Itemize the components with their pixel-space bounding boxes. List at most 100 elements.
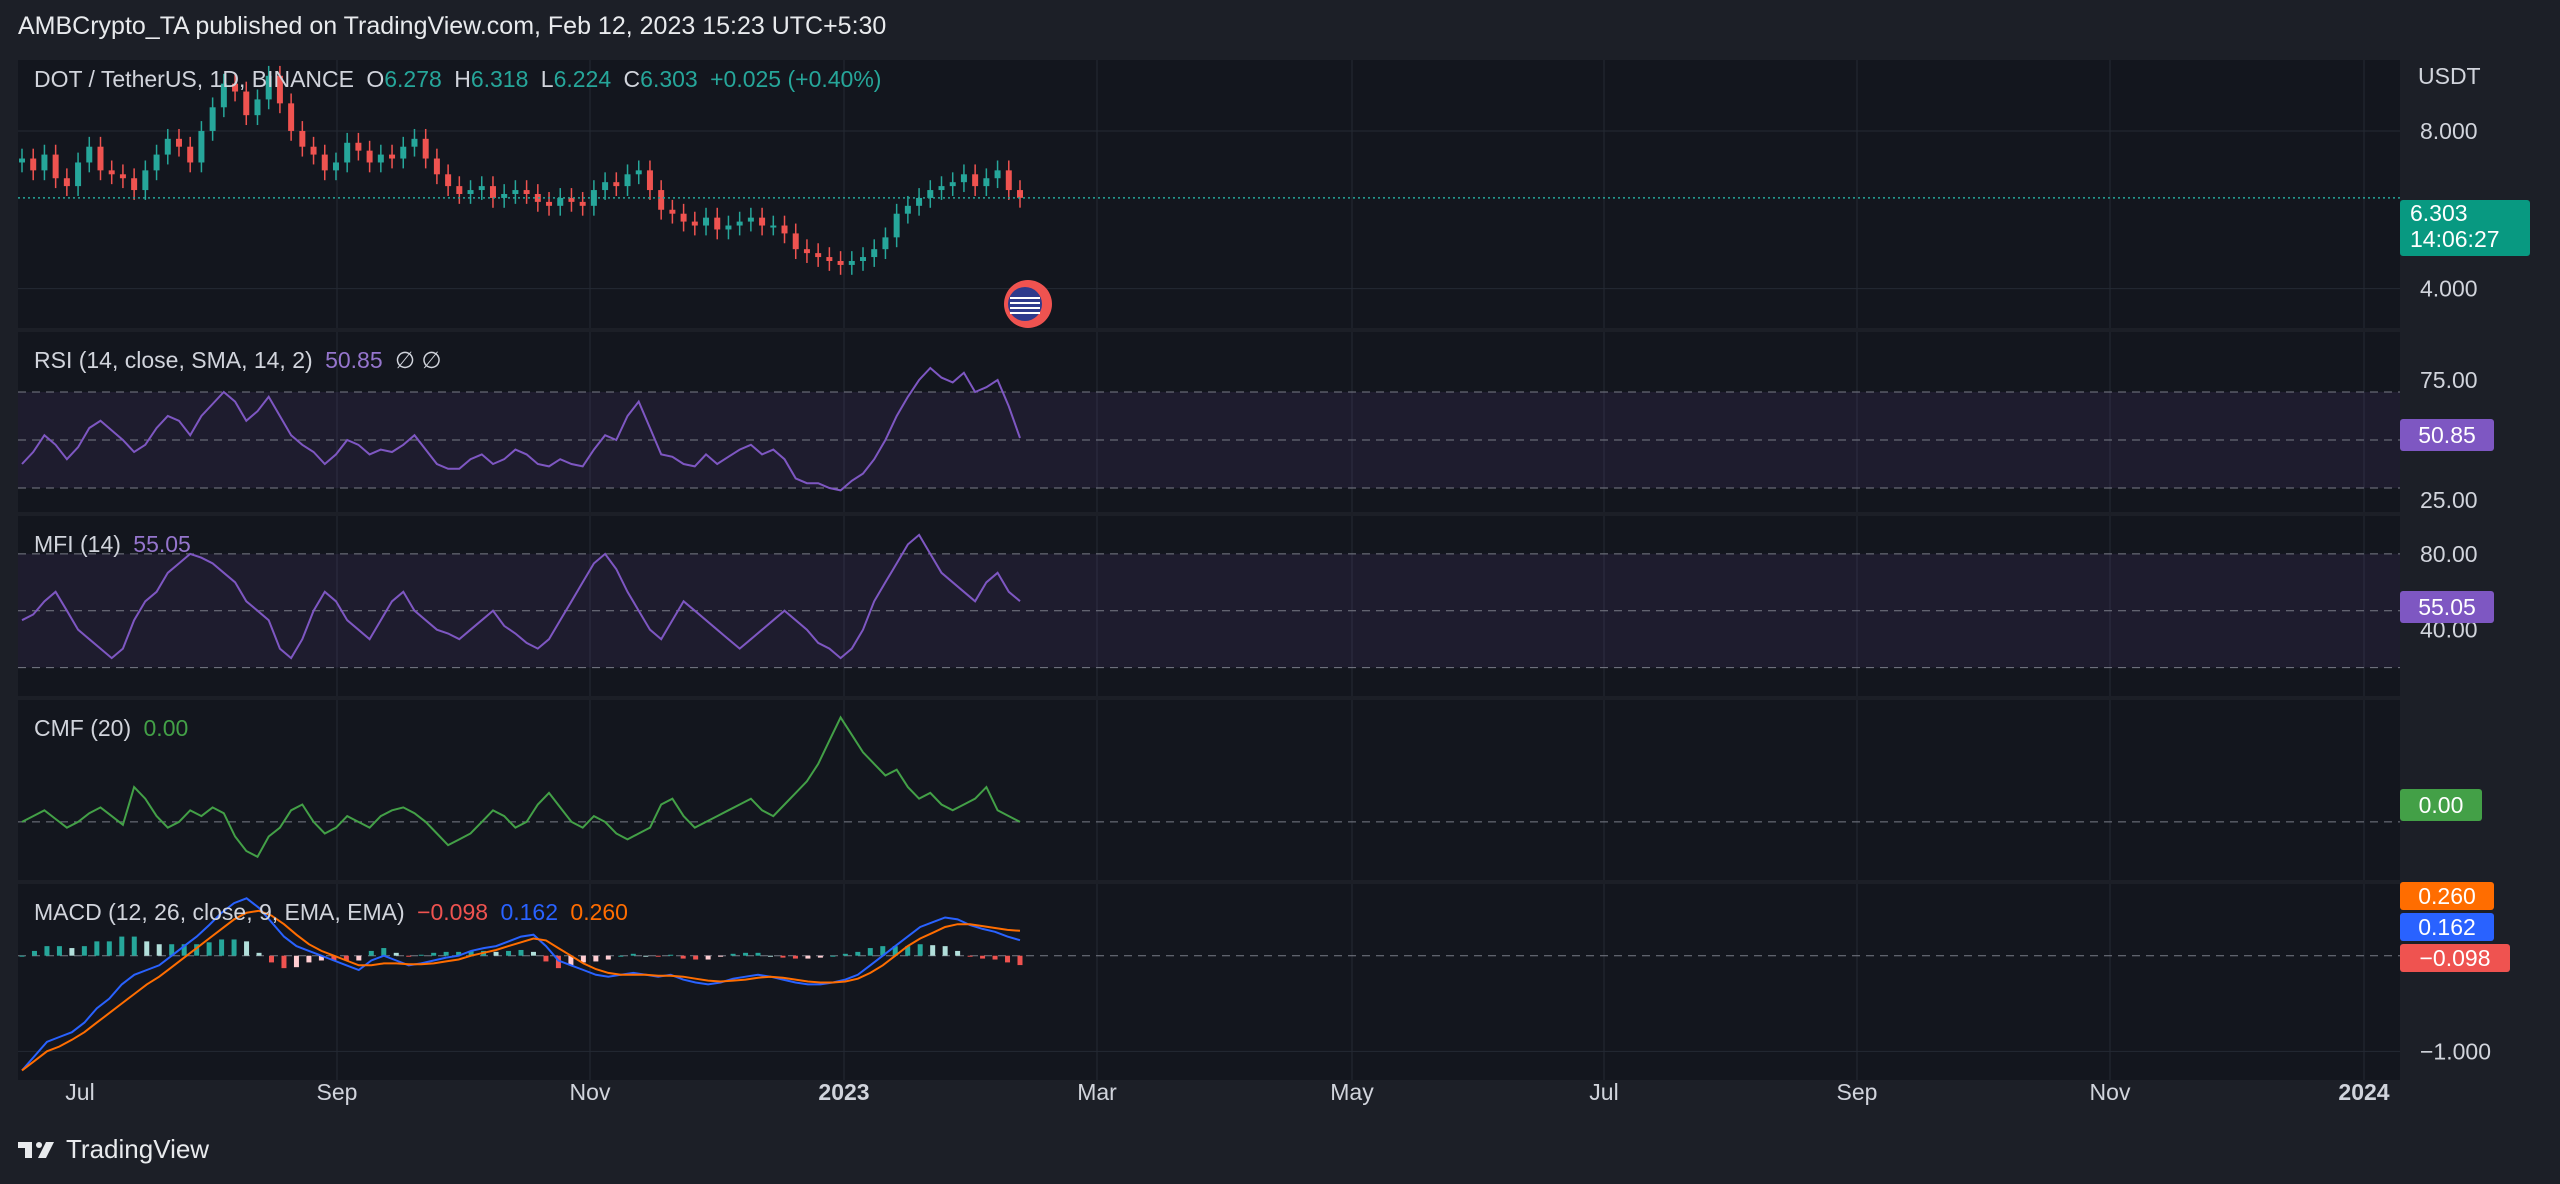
- currency-label: USDT: [2418, 63, 2481, 89]
- macd-legend: MACD (12, 26, close, 9, EMA, EMA) −0.098…: [34, 899, 634, 926]
- macd-hist-bar: [755, 952, 761, 956]
- macd-hist-bar: [281, 955, 287, 969]
- candle: [366, 150, 373, 163]
- macd-hist-bar: [805, 955, 811, 959]
- macd-hist-bar: [817, 955, 823, 958]
- macd-hist-bar: [356, 955, 362, 961]
- time-tick-label: Sep: [1837, 1079, 1878, 1105]
- macd-hist-bar: [131, 936, 137, 956]
- macd-hist-bar: [855, 951, 861, 956]
- candle: [579, 201, 586, 206]
- candle: [131, 178, 138, 191]
- macd-hist-bar: [106, 941, 112, 956]
- macd-hist-bar: [293, 955, 299, 968]
- candle: [1005, 170, 1012, 191]
- candle: [523, 190, 530, 194]
- candle: [108, 170, 115, 175]
- macd-title[interactable]: MACD (12, 26, close, 9, EMA, EMA): [34, 899, 405, 925]
- flag-stripe: [1010, 297, 1040, 299]
- rsi-tick-label: 75.00: [2420, 367, 2478, 393]
- macd-line-value: 0.162: [500, 899, 559, 925]
- macd-hist-bar: [967, 955, 973, 957]
- candle: [489, 186, 496, 198]
- candle: [445, 174, 452, 187]
- price-tick-label: 4.000: [2420, 276, 2478, 302]
- time-tick-label: 2023: [818, 1079, 869, 1105]
- macd-hist-bar: [44, 946, 50, 956]
- macd-hist-bar: [269, 955, 274, 963]
- cmf-last-tag: 0.00: [2400, 789, 2482, 821]
- chart-canvas[interactable]: 8.0004.000USDT75.0025.0080.0040.00−1.000…: [0, 0, 2560, 1184]
- candle: [770, 225, 777, 228]
- macd-hist-bar: [867, 948, 873, 956]
- candle: [422, 138, 429, 159]
- mfi-tick-label: 80.00: [2420, 541, 2478, 567]
- macd-hist-bar: [81, 946, 87, 956]
- rsi-title[interactable]: RSI (14, close, SMA, 14, 2): [34, 347, 313, 373]
- macd-hist-bar: [955, 950, 961, 956]
- macd-hist-bar: [668, 954, 674, 956]
- candle: [882, 237, 889, 250]
- candle: [714, 217, 721, 230]
- candle: [680, 213, 687, 222]
- macd-signal-value: 0.260: [570, 899, 628, 925]
- candle: [691, 221, 698, 226]
- flag-stripe: [1010, 312, 1040, 314]
- time-tick-label: Mar: [1077, 1079, 1117, 1105]
- candle: [860, 257, 867, 261]
- rsi-legend: RSI (14, close, SMA, 14, 2) 50.85 ∅ ∅: [34, 347, 447, 374]
- candle: [927, 190, 934, 198]
- macd-hist-bar: [144, 941, 150, 956]
- macd-hist-bar: [69, 948, 75, 956]
- candle: [63, 178, 70, 187]
- time-tick-label: Jul: [1589, 1079, 1618, 1105]
- candle: [175, 138, 182, 147]
- macd-hist-bar: [31, 950, 37, 956]
- macd-hist-bar: [705, 955, 711, 960]
- macd-hist-bar: [980, 955, 986, 959]
- candle: [972, 174, 979, 187]
- countdown-value: 14:06:27: [2410, 226, 2500, 252]
- candle: [658, 190, 665, 210]
- macd-hist-bar: [431, 952, 437, 956]
- macd-hist-bar: [418, 954, 424, 956]
- macd-hist-bar: [718, 955, 724, 957]
- macd-hist-bar: [56, 946, 62, 956]
- candle: [310, 146, 317, 155]
- candle: [97, 146, 104, 171]
- macd-hist-bar: [219, 939, 225, 956]
- candle: [949, 182, 956, 187]
- macd-tick-label: −1.000: [2420, 1038, 2491, 1064]
- macd-hist-bar: [792, 955, 798, 959]
- candle: [781, 225, 788, 234]
- candle: [344, 142, 351, 163]
- candle: [75, 162, 82, 187]
- tradingview-footer[interactable]: TradingView: [18, 1134, 209, 1165]
- candle: [916, 197, 923, 206]
- open-label: O: [366, 66, 385, 92]
- candle: [747, 217, 754, 222]
- candle: [602, 182, 609, 191]
- last-price-value: 6.303: [2410, 200, 2468, 226]
- candle: [41, 154, 48, 171]
- symbol-label[interactable]: DOT / TetherUS, 1D, BINANCE: [34, 66, 354, 92]
- candle: [321, 154, 328, 171]
- candle: [254, 99, 261, 116]
- macd-hist-bar: [780, 955, 786, 958]
- low-label: L: [540, 66, 554, 92]
- time-tick-label: 2024: [2338, 1079, 2389, 1105]
- close-value: 6.303: [640, 66, 698, 92]
- macd-hist-bar: [19, 955, 25, 957]
- macd-hist-tag: −0.098: [2400, 944, 2510, 972]
- macd-hist-bar: [593, 955, 599, 962]
- candle: [456, 186, 463, 194]
- candle: [646, 170, 653, 191]
- macd-hist-bar: [256, 952, 262, 956]
- macd-hist-bar: [618, 955, 624, 957]
- cmf-title[interactable]: CMF (20): [34, 715, 131, 741]
- macd-hist-bar: [119, 936, 125, 956]
- macd-hist-bar: [930, 945, 936, 956]
- mfi-title[interactable]: MFI (14): [34, 531, 121, 557]
- macd-hist-bar: [406, 955, 412, 957]
- rsi-tick-label: 25.00: [2420, 487, 2478, 513]
